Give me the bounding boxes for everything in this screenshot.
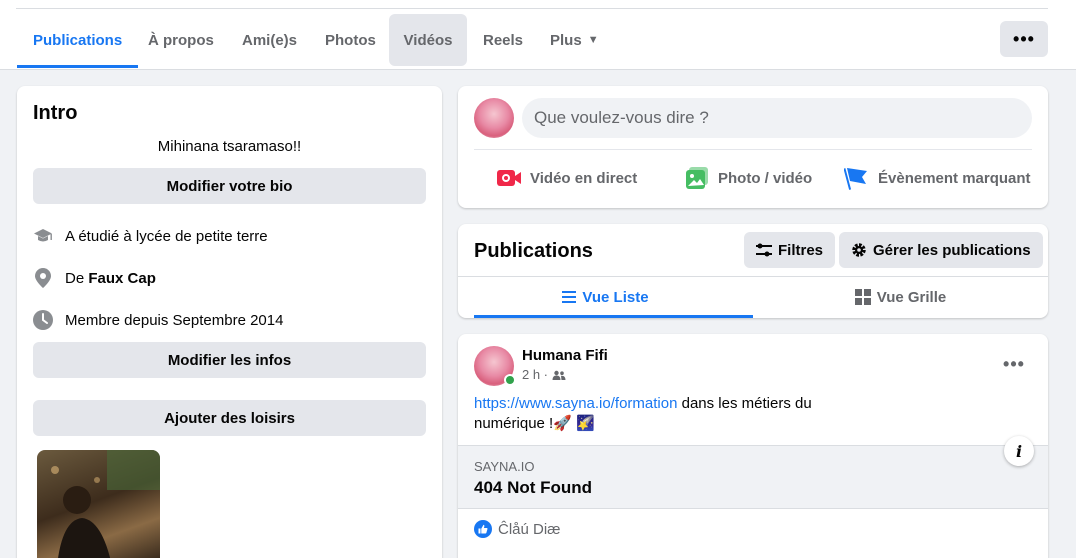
edit-bio-button[interactable]: Modifier votre bio [33,168,426,204]
composer-input[interactable]: Que voulez-vous dire ? [522,98,1032,138]
education-text: A étudié à lycée de petite terre [65,227,268,245]
life-event-label: Évènement marquant [878,169,1031,187]
flag-icon [844,166,870,190]
tab-videos[interactable]: Vidéos [389,14,467,66]
bio-text: Mihinana tsaramaso!! [157,138,302,155]
manage-posts-label: Gérer les publications [873,241,1031,259]
preview-domain: SAYNA.IO [474,459,535,474]
tab-reels[interactable]: Reels [467,14,539,66]
grid-view-label: Vue Grille [876,288,947,306]
tab-publications[interactable]: Publications [17,14,139,68]
reactions-summary[interactable]: Ĉlåú Diæ [474,520,561,538]
grid-icon [854,289,871,305]
divider [16,8,1048,9]
member-since-text: Membre depuis Septembre 2014 [65,311,284,329]
link-preview[interactable]: SAYNA.IO 404 Not Found [458,445,1048,509]
sliders-icon [756,243,772,257]
live-video-icon [496,166,522,190]
friends-audience-icon [552,370,566,380]
tab-label: Reels [483,31,524,49]
post-composer: Que voulez-vous dire ? Vidéo en direct P… [458,86,1048,208]
graduation-cap-icon [33,226,53,246]
tab-label: Plus [550,31,582,49]
more-dots-icon: ••• [1003,353,1025,374]
post-card: Humana Fifi 2 h · ••• https://www.sayna.… [458,334,1048,558]
tab-more[interactable]: Plus ▼ [534,14,615,66]
post-author[interactable]: Humana Fifi [522,347,608,364]
tab-label: Ami(e)s [242,31,298,49]
live-video-button[interactable]: Vidéo en direct [496,164,637,192]
hometown-link[interactable]: Faux Cap [88,270,156,287]
gear-icon [851,242,867,258]
publications-header-card: Publications Filtres Gérer les publicati… [458,224,1048,318]
tab-label: À propos [148,31,214,49]
location-pin-icon [33,268,53,288]
tab-friends[interactable]: Ami(e)s [226,14,313,66]
hometown-prefix: De [65,269,85,287]
divider [474,149,1032,150]
photo-video-label: Photo / vidéo [718,169,813,187]
tab-photos[interactable]: Photos [309,14,392,66]
list-icon [562,291,577,303]
profile-tab-bar: Publications À propos Ami(e)s Photos Vid… [0,0,1076,70]
tab-label: Photos [325,31,376,49]
post-meta: 2 h · [522,367,566,382]
reaction-names: Ĉlåú Diæ [498,520,561,538]
live-video-label: Vidéo en direct [530,169,638,187]
profile-more-button[interactable]: ••• [1000,21,1048,57]
list-view-label: Vue Liste [582,288,649,306]
post-text: https://www.sayna.io/formation dans les … [474,394,874,434]
info-member-since: Membre depuis Septembre 2014 [33,310,283,330]
composer-placeholder: Que voulez-vous dire ? [534,108,709,127]
intro-card: Intro Mihinana tsaramaso!! Modifier votr… [17,86,442,558]
featured-photo[interactable] [37,450,160,558]
tab-grid-view[interactable]: Vue Grille [753,277,1048,317]
info-hometown: De Faux Cap [33,268,156,288]
like-icon [474,520,492,538]
post-link[interactable]: https://www.sayna.io/formation [474,395,677,412]
post-time[interactable]: 2 h · [522,367,548,382]
photo-icon [684,166,710,190]
user-avatar[interactable] [474,98,514,138]
publications-title: Publications [474,240,593,262]
tab-label: Publications [33,31,123,49]
online-status-dot [504,374,516,386]
tab-label: Vidéos [403,31,453,49]
caret-down-icon: ▼ [587,34,599,46]
photo-video-button[interactable]: Photo / vidéo [684,164,812,192]
add-hobbies-button[interactable]: Ajouter des loisirs [33,400,426,436]
preview-title: 404 Not Found [474,478,593,497]
more-dots-icon: ••• [1013,28,1035,49]
intro-title: Intro [33,102,78,124]
life-event-button[interactable]: Évènement marquant [844,164,1031,192]
info-icon[interactable]: i [1004,436,1034,466]
filters-button[interactable]: Filtres [744,232,836,268]
tab-about[interactable]: À propos [132,14,230,66]
tab-list-view[interactable]: Vue Liste [458,277,753,318]
edit-info-button[interactable]: Modifier les infos [33,342,426,378]
manage-posts-button[interactable]: Gérer les publications [839,232,1043,268]
info-education: A étudié à lycée de petite terre [33,226,268,246]
filters-label: Filtres [778,241,824,259]
clock-icon [33,310,53,330]
post-options-button[interactable]: ••• [998,350,1030,378]
